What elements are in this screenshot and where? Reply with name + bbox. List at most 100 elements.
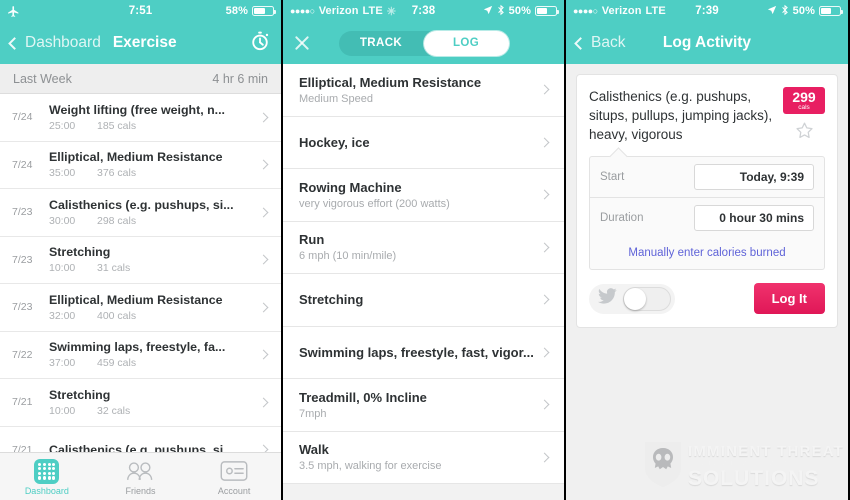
battery-icon bbox=[819, 6, 843, 16]
back-button[interactable]: Back bbox=[574, 34, 626, 52]
row-title: Elliptical, Medium Resistance bbox=[49, 150, 223, 165]
nav-bar: Dashboard Exercise bbox=[0, 22, 281, 64]
field-label: Duration bbox=[600, 212, 644, 225]
tab-label: Dashboard bbox=[24, 485, 69, 496]
signal-dots-icon: ●●●●○ bbox=[573, 6, 598, 16]
row-title: Calisthenics (e.g. pushups, si... bbox=[49, 197, 234, 212]
segmented-control: TRACK LOG bbox=[338, 30, 509, 56]
table-row[interactable]: 7/23 Calisthenics (e.g. pushups, si... 3… bbox=[0, 189, 281, 237]
chevron-right-icon bbox=[258, 302, 269, 313]
stopwatch-button[interactable] bbox=[249, 30, 271, 57]
log-activity-body: Calisthenics (e.g. pushups, situps, pull… bbox=[566, 64, 848, 500]
table-row[interactable]: 7/21 Stretching 10:00 32 cals bbox=[0, 379, 281, 427]
battery-icon bbox=[252, 6, 276, 16]
status-right: 50% bbox=[483, 4, 559, 19]
section-total: 4 hr 6 min bbox=[212, 71, 268, 86]
chevron-right-icon bbox=[539, 84, 550, 95]
activity-subtitle: 6 mph (10 min/mile) bbox=[299, 250, 397, 263]
list-item[interactable]: Elliptical, Medium Resistance Medium Spe… bbox=[283, 64, 564, 117]
carrier-label: Verizon bbox=[601, 5, 642, 17]
row-title: Weight lifting (free weight, n... bbox=[49, 102, 225, 117]
log-it-button[interactable]: Log It bbox=[753, 283, 825, 315]
section-header-last-week: Last Week 4 hr 6 min bbox=[0, 64, 281, 94]
row-duration: 37:00 bbox=[49, 357, 76, 370]
list-item[interactable]: Run 6 mph (10 min/mile) bbox=[283, 222, 564, 274]
row-title: Stretching bbox=[49, 387, 111, 402]
toggle-knob bbox=[624, 287, 646, 310]
list-item[interactable]: Walk 3.5 mph, walking for exercise bbox=[283, 432, 564, 484]
status-bar: 7:51 58% bbox=[0, 0, 281, 22]
manual-calories-link[interactable]: Manually enter calories burned bbox=[590, 238, 824, 269]
start-time-input[interactable]: Today, 9:39 bbox=[694, 164, 814, 191]
row-date: 7/24 bbox=[12, 111, 33, 124]
network-label: LTE bbox=[362, 5, 383, 17]
tab-friends[interactable]: Friends bbox=[94, 458, 188, 496]
status-right: 58% bbox=[225, 5, 276, 17]
location-arrow-icon bbox=[483, 5, 493, 18]
table-row[interactable]: 7/23 Elliptical, Medium Resistance 32:00… bbox=[0, 284, 281, 332]
field-start: Start Today, 9:39 bbox=[590, 157, 824, 199]
table-row[interactable]: 7/24 Elliptical, Medium Resistance 35:00… bbox=[0, 141, 281, 189]
tab-account[interactable]: Account bbox=[187, 458, 281, 496]
chevron-right-icon bbox=[539, 399, 550, 410]
back-button-dashboard[interactable]: Dashboard bbox=[8, 34, 101, 52]
row-calories: 31 cals bbox=[97, 262, 131, 275]
tab-log[interactable]: LOG bbox=[423, 30, 509, 56]
row-date: 7/23 bbox=[12, 206, 33, 219]
row-calories: 400 cals bbox=[97, 309, 137, 322]
activity-title: Rowing Machine bbox=[299, 179, 402, 195]
chevron-right-icon bbox=[258, 207, 269, 218]
duration-input[interactable]: 0 hour 30 mins bbox=[694, 205, 814, 232]
row-duration: 35:00 bbox=[49, 167, 76, 180]
bluetooth-icon bbox=[497, 4, 505, 19]
chevron-right-icon bbox=[539, 294, 550, 305]
row-date: 7/21 bbox=[12, 396, 33, 409]
activity-title: Stretching bbox=[299, 292, 364, 308]
status-right: 50% bbox=[767, 4, 843, 19]
close-x-icon[interactable] bbox=[293, 34, 311, 52]
chevron-right-icon bbox=[258, 397, 269, 408]
row-date: 7/23 bbox=[12, 301, 33, 314]
list-item[interactable]: Hockey, ice bbox=[283, 117, 564, 169]
activity-title: Elliptical, Medium Resistance bbox=[299, 74, 482, 90]
twitter-bird-icon bbox=[598, 288, 617, 309]
field-label: Start bbox=[600, 171, 625, 184]
row-title: Stretching bbox=[49, 245, 111, 260]
row-duration: 25:00 bbox=[49, 119, 76, 132]
table-row[interactable]: 7/24 Weight lifting (free weight, n... 2… bbox=[0, 94, 281, 142]
tab-track[interactable]: TRACK bbox=[339, 31, 424, 56]
carrier-label: Verizon bbox=[318, 5, 359, 17]
row-date: 7/23 bbox=[12, 253, 33, 266]
list-item[interactable]: Treadmill, 0% Incline 7mph bbox=[283, 379, 564, 432]
phone-screen-log-activity: ●●●●○ Verizon LTE 7:39 50% Back Log Acti… bbox=[566, 0, 848, 500]
account-card-icon bbox=[187, 458, 281, 485]
network-label: LTE bbox=[645, 5, 666, 17]
row-duration: 10:00 bbox=[49, 404, 76, 417]
status-bar: ●●●●○ Verizon LTE 7:39 50% bbox=[566, 0, 848, 22]
row-date: 7/24 bbox=[12, 158, 33, 171]
list-item[interactable]: Rowing Machine very vigorous effort (200… bbox=[283, 169, 564, 222]
table-row[interactable]: 7/22 Swimming laps, freestyle, fa... 37:… bbox=[0, 331, 281, 379]
chevron-left-icon bbox=[8, 36, 21, 50]
list-item[interactable]: Stretching bbox=[283, 274, 564, 327]
exercise-history-list: 7/24 Weight lifting (free weight, n... 2… bbox=[0, 94, 281, 474]
activity-subtitle: 7mph bbox=[299, 407, 327, 420]
phone-screen-activity-picker: ●●●●○ Verizon LTE ✳ 7:38 50% TRACK LOG E… bbox=[283, 0, 566, 500]
chevron-right-icon bbox=[258, 349, 269, 360]
back-label: Back bbox=[591, 34, 626, 51]
share-toggle[interactable] bbox=[623, 286, 671, 311]
chevron-right-icon bbox=[258, 159, 269, 170]
list-item[interactable]: Swimming laps, freestyle, fast, vigor... bbox=[283, 327, 564, 379]
row-title: Elliptical, Medium Resistance bbox=[49, 292, 223, 307]
calories-value: 299 bbox=[792, 89, 816, 105]
activity-title: Hockey, ice bbox=[299, 134, 370, 150]
table-row[interactable]: 7/23 Stretching 10:00 31 cals bbox=[0, 236, 281, 284]
row-duration: 30:00 bbox=[49, 214, 76, 227]
row-duration: 32:00 bbox=[49, 309, 76, 322]
tab-dashboard[interactable]: Dashboard bbox=[0, 458, 94, 496]
battery-percent: 58% bbox=[225, 5, 248, 17]
chevron-right-icon bbox=[539, 452, 550, 463]
battery-percent: 50% bbox=[508, 5, 531, 17]
status-bar: ●●●●○ Verizon LTE ✳ 7:38 50% bbox=[283, 0, 564, 22]
star-outline-icon[interactable] bbox=[783, 121, 825, 140]
